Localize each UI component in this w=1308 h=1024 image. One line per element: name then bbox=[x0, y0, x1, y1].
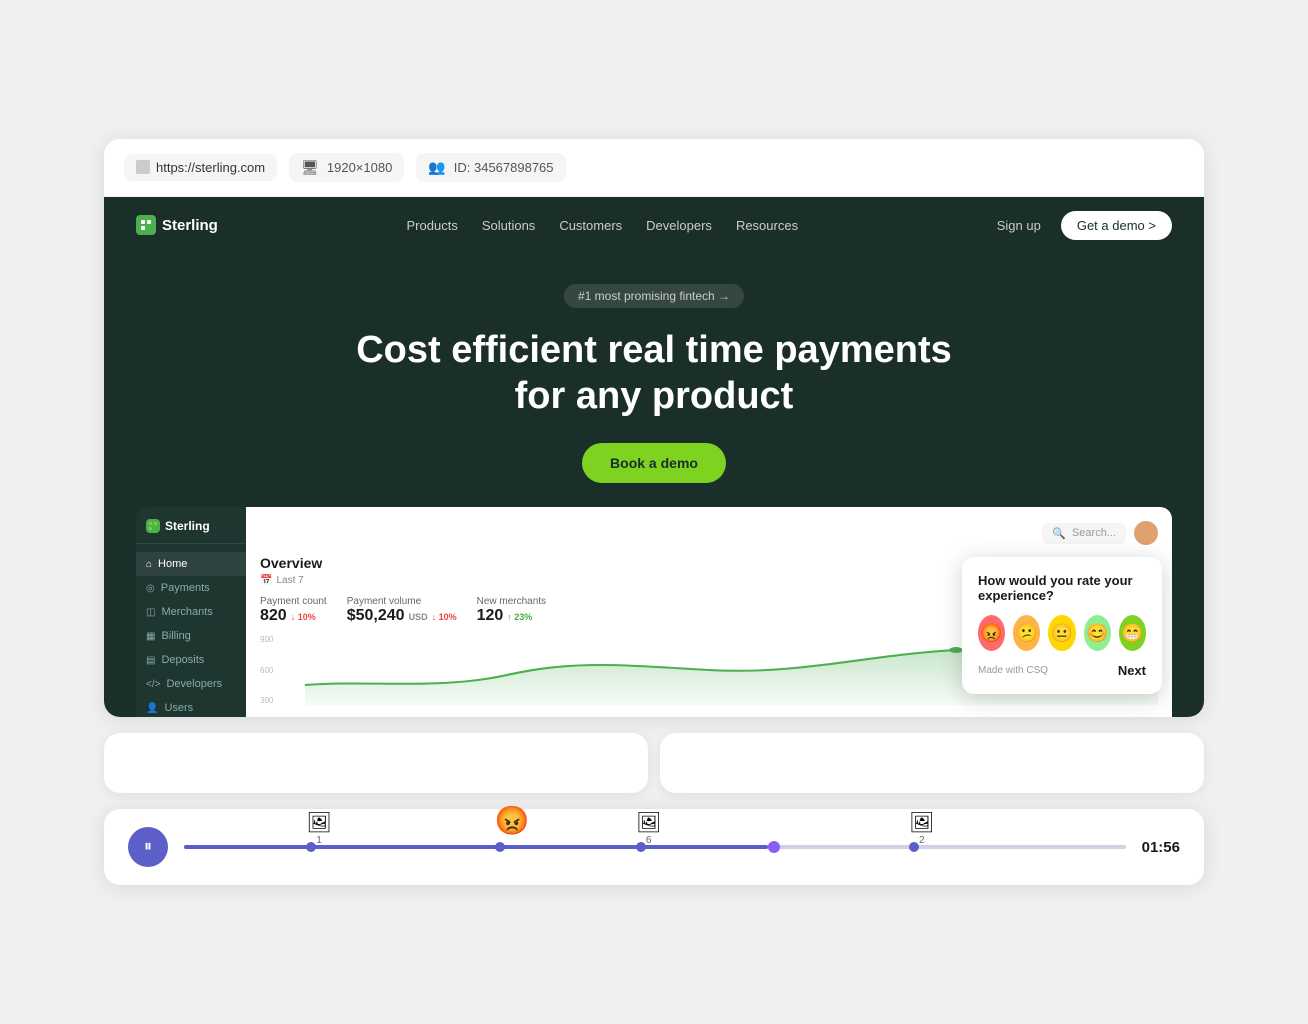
sidebar-item-merchants[interactable]: ◫ Merchants bbox=[136, 600, 246, 624]
sidebar-item-billing[interactable]: ▦ Billing bbox=[136, 624, 246, 648]
monitor-icon: 🖥 bbox=[301, 159, 319, 176]
users-icon: 👥 bbox=[428, 159, 445, 176]
metric-unit: USD bbox=[409, 612, 428, 622]
hero-section: #1 most promising fintech → Cost efficie… bbox=[104, 254, 1204, 507]
timeline-event-emoji: 😡 bbox=[495, 807, 530, 835]
dashboard-search[interactable]: 🔍 Search... bbox=[1042, 523, 1126, 544]
angry-emoji-event: 😡 bbox=[495, 807, 530, 835]
pause-icon: ⏸ bbox=[144, 838, 152, 856]
frame-icon-1: 🖼 bbox=[306, 813, 331, 833]
event-label-4: 2 bbox=[919, 835, 925, 846]
dashboard-topbar: 🔍 Search... bbox=[260, 521, 1158, 545]
rating-emojis: 😡 😕 😐 😊 😁 bbox=[978, 615, 1146, 651]
emoji-bad[interactable]: 😕 bbox=[1013, 615, 1040, 651]
timeline-player: ⏸ 🖼 1 😡 🖼 6 bbox=[104, 809, 1204, 885]
event-label-3: 6 bbox=[646, 835, 652, 846]
metric-new-merchants: New merchants 120 ↑ 23% bbox=[477, 596, 546, 625]
deposits-icon: ▤ bbox=[146, 655, 155, 666]
track-dot-current[interactable] bbox=[768, 841, 780, 853]
nav-actions: Sign up Get a demo > bbox=[987, 211, 1172, 240]
track-dot-2[interactable] bbox=[495, 842, 505, 852]
browser-toolbar: https://sterling.com 🖥 1920×1080 👥 ID: 3… bbox=[104, 139, 1204, 197]
sidebar-item-users[interactable]: 👤 Users bbox=[136, 696, 246, 717]
metric-label: Payment volume bbox=[347, 596, 457, 607]
emoji-very-bad[interactable]: 😡 bbox=[978, 615, 1005, 651]
browser-user-id: 👥 ID: 34567898765 bbox=[416, 153, 565, 182]
browser-url: https://sterling.com bbox=[156, 160, 265, 175]
rating-next-button[interactable]: Next bbox=[1118, 663, 1146, 678]
timeline-track[interactable]: 🖼 1 😡 🖼 6 🖼 2 bbox=[184, 837, 1126, 857]
calendar-icon: 📅 bbox=[260, 575, 272, 586]
search-placeholder: Search... bbox=[1072, 527, 1116, 539]
emoji-great[interactable]: 😁 bbox=[1119, 615, 1146, 651]
dashboard-main: 🔍 Search... Overview 📅 Last 7 Payment co… bbox=[246, 507, 1172, 717]
metric-payment-volume: Payment volume $50,240 USD ↓ 10% bbox=[347, 596, 457, 625]
sidebar-item-payments[interactable]: ◎ Payments bbox=[136, 576, 246, 600]
nav-developers[interactable]: Developers bbox=[646, 218, 712, 233]
dashboard-sidebar: Sterling ⌂ Home ◎ Payments ◫ Merchants bbox=[136, 507, 246, 717]
nav-customers[interactable]: Customers bbox=[559, 218, 622, 233]
emoji-good[interactable]: 😊 bbox=[1084, 615, 1111, 651]
timeline-time: 01:56 bbox=[1142, 839, 1180, 856]
track-dot-1[interactable] bbox=[306, 842, 316, 852]
track-dot-3[interactable] bbox=[636, 842, 646, 852]
metric-label: Payment count bbox=[260, 596, 327, 607]
nav-products[interactable]: Products bbox=[407, 218, 458, 233]
metric-change: ↓ 10% bbox=[291, 612, 316, 622]
search-icon: 🔍 bbox=[1052, 527, 1066, 540]
metric-value: $50,240 USD ↓ 10% bbox=[347, 607, 457, 625]
emoji-neutral[interactable]: 😐 bbox=[1048, 615, 1075, 651]
sign-up-link[interactable]: Sign up bbox=[987, 212, 1051, 239]
code-icon: </> bbox=[146, 679, 160, 690]
nav-solutions[interactable]: Solutions bbox=[482, 218, 535, 233]
metric-value: 120 ↑ 23% bbox=[477, 607, 546, 625]
payments-icon: ◎ bbox=[146, 583, 155, 594]
event-label-1: 1 bbox=[316, 835, 322, 846]
get-demo-button[interactable]: Get a demo > bbox=[1061, 211, 1172, 240]
dashboard-preview: Sterling ⌂ Home ◎ Payments ◫ Merchants bbox=[136, 507, 1172, 717]
browser-resolution: 🖥 1920×1080 bbox=[289, 153, 404, 182]
track-dot-4[interactable] bbox=[909, 842, 919, 852]
nav-resources[interactable]: Resources bbox=[736, 218, 798, 233]
bottom-section bbox=[104, 733, 1204, 793]
sidebar-logo-icon bbox=[146, 519, 160, 533]
sidebar-item-deposits[interactable]: ▤ Deposits bbox=[136, 648, 246, 672]
user-avatar bbox=[1134, 521, 1158, 545]
book-demo-button[interactable]: Book a demo bbox=[582, 443, 726, 483]
home-icon: ⌂ bbox=[146, 559, 152, 570]
sterling-nav: Sterling Products Solutions Customers De… bbox=[104, 197, 1204, 254]
chart-labels: 900 600 300 bbox=[260, 635, 273, 705]
bottom-right-pill bbox=[660, 733, 1204, 793]
sidebar-logo: Sterling bbox=[136, 519, 246, 544]
track-progress bbox=[184, 845, 768, 849]
browser-tab: https://sterling.com bbox=[124, 154, 277, 181]
sidebar-item-developers[interactable]: </> Developers bbox=[136, 672, 246, 696]
frame-icon-4: 🖼 bbox=[909, 813, 934, 833]
users-sidebar-icon: 👤 bbox=[146, 703, 158, 714]
sterling-website: Sterling Products Solutions Customers De… bbox=[104, 197, 1204, 717]
pause-button[interactable]: ⏸ bbox=[128, 827, 168, 867]
metric-value: 820 ↓ 10% bbox=[260, 607, 327, 625]
rating-brand: Made with CSQ bbox=[978, 665, 1048, 676]
metric-change: ↓ 10% bbox=[432, 612, 457, 622]
browser-frame: https://sterling.com 🖥 1920×1080 👥 ID: 3… bbox=[104, 139, 1204, 717]
nav-links: Products Solutions Customers Developers … bbox=[407, 218, 799, 233]
tab-page-icon bbox=[136, 160, 150, 174]
outer-container: https://sterling.com 🖥 1920×1080 👥 ID: 3… bbox=[104, 139, 1204, 885]
sterling-logo: Sterling bbox=[136, 215, 218, 235]
billing-icon: ▦ bbox=[146, 631, 155, 642]
frame-icon-3: 🖼 bbox=[636, 813, 661, 833]
merchants-icon: ◫ bbox=[146, 607, 155, 618]
bottom-left-pill bbox=[104, 733, 648, 793]
hero-badge[interactable]: #1 most promising fintech → bbox=[564, 284, 744, 308]
metric-payment-count: Payment count 820 ↓ 10% bbox=[260, 596, 327, 625]
rating-question: How would you rate your experience? bbox=[978, 573, 1146, 603]
rating-footer: Made with CSQ Next bbox=[978, 663, 1146, 678]
logo-icon bbox=[136, 215, 156, 235]
rating-popup: How would you rate your experience? 😡 😕 … bbox=[962, 557, 1162, 694]
hero-title: Cost efficient real time payments for an… bbox=[354, 328, 954, 419]
metric-change: ↑ 23% bbox=[507, 612, 532, 622]
metric-label: New merchants bbox=[477, 596, 546, 607]
sidebar-item-home[interactable]: ⌂ Home bbox=[136, 552, 246, 576]
